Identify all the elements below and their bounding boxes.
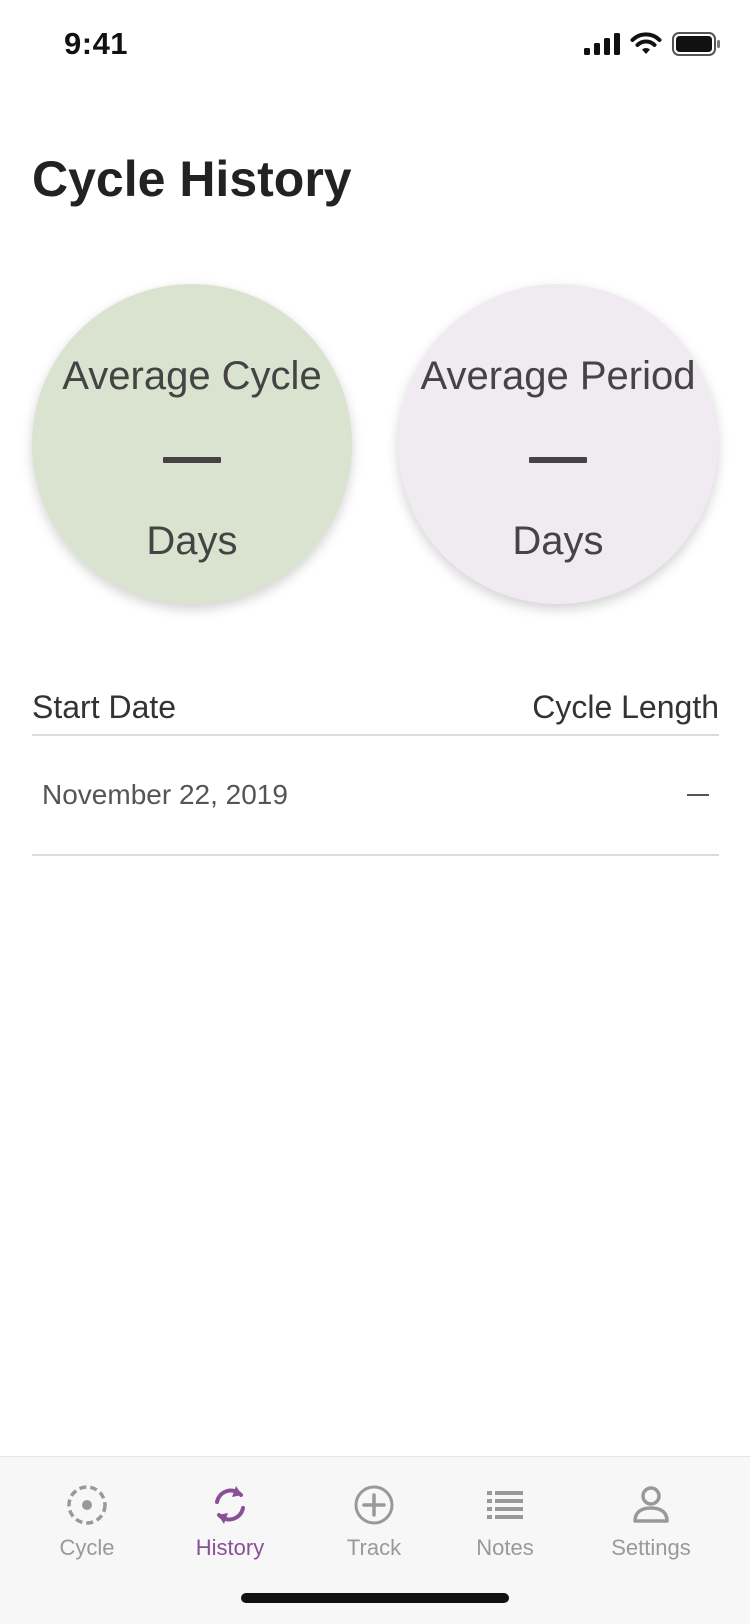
- tab-track-label: Track: [346, 1535, 402, 1560]
- home-indicator: [241, 1593, 509, 1603]
- start-date-header: Start Date: [32, 688, 177, 725]
- battery-icon: [672, 32, 720, 56]
- table-row[interactable]: November 22, 2019 —: [32, 736, 719, 856]
- tab-notes-label: Notes: [476, 1535, 534, 1560]
- list-icon: [487, 1491, 523, 1519]
- tab-history[interactable]: History: [170, 1483, 290, 1561]
- page-title: Cycle History: [32, 151, 352, 207]
- tab-settings[interactable]: Settings: [591, 1483, 711, 1561]
- average-cycle-label: Average Cycle: [62, 354, 322, 398]
- average-cycle-unit: Days: [146, 519, 238, 563]
- status-bar: 9:41: [0, 0, 750, 92]
- add-circle-icon: [354, 1485, 394, 1525]
- tab-cycle[interactable]: Cycle: [27, 1483, 147, 1561]
- average-period-value: —: [529, 457, 587, 463]
- cycle-history-table: Start Date Cycle Length November 22, 201…: [32, 680, 719, 856]
- cycle-length-header: Cycle Length: [532, 688, 719, 725]
- average-cycle-card: Average Cycle — Days: [32, 284, 352, 604]
- average-period-label: Average Period: [420, 354, 696, 398]
- tab-settings-label: Settings: [611, 1535, 691, 1560]
- average-cycle-value: —: [163, 457, 221, 463]
- tab-cycle-label: Cycle: [59, 1535, 115, 1560]
- tab-track[interactable]: Track: [314, 1483, 434, 1561]
- tab-notes[interactable]: Notes: [445, 1483, 565, 1561]
- row-cycle-length: —: [687, 794, 709, 796]
- cycle-target-icon: [67, 1485, 107, 1525]
- wifi-icon: [630, 32, 662, 54]
- status-icons: [584, 32, 720, 56]
- cellular-signal-icon: [584, 33, 620, 55]
- row-start-date: November 22, 2019: [42, 779, 288, 810]
- status-time: 9:41: [64, 26, 129, 61]
- refresh-icon: [215, 1486, 245, 1524]
- person-icon: [633, 1486, 669, 1523]
- tab-history-label: History: [195, 1535, 265, 1560]
- table-header: Start Date Cycle Length: [32, 680, 719, 736]
- cycle-history-screen: 9:41 Cycle History Average Cycle —: [0, 0, 750, 1624]
- average-period-card: Average Period — Days: [398, 284, 718, 604]
- average-period-unit: Days: [512, 519, 604, 563]
